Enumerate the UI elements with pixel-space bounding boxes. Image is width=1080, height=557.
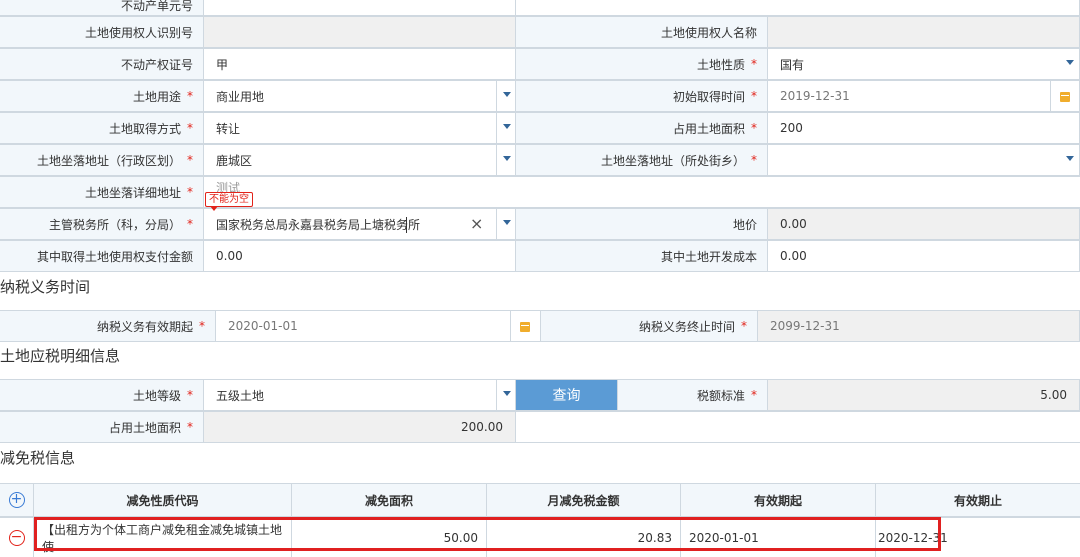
detail-label: 土地坐落详细地址 * bbox=[0, 177, 204, 207]
col-header-code: 减免性质代码 bbox=[34, 484, 292, 516]
first-time-input[interactable]: 2019-12-31 bbox=[768, 81, 1080, 111]
exemption-table-header: + 减免性质代码 减免面积 月减免税金额 有效期起 有效期止 bbox=[0, 483, 1080, 517]
period-start-input[interactable]: 2020-01-01 bbox=[216, 311, 541, 341]
user-name-field bbox=[768, 17, 1080, 47]
chevron-down-icon[interactable] bbox=[1066, 156, 1074, 161]
tax-office-select[interactable]: 国家税务总局永嘉县税务局上塘税务所 × bbox=[204, 209, 516, 239]
col-header-area: 减免面积 bbox=[292, 484, 487, 516]
row-district: 土地坐落地址（行政区划） * 鹿城区 土地坐落地址（所处街乡） * bbox=[0, 144, 1080, 176]
user-name-label: 土地使用权人名称 bbox=[516, 17, 768, 47]
row-user-id: 土地使用权人识别号 土地使用权人名称 bbox=[0, 16, 1080, 48]
chevron-down-icon[interactable] bbox=[503, 156, 511, 161]
tax-detail-title: 土地应税明细信息 bbox=[0, 347, 121, 365]
district-select[interactable]: 鹿城区 bbox=[204, 145, 516, 175]
unit-no-label: 不动产单元号 bbox=[0, 0, 204, 15]
chevron-down-icon[interactable] bbox=[503, 391, 511, 396]
chevron-down-icon[interactable] bbox=[503, 220, 511, 225]
calendar-icon[interactable] bbox=[1060, 92, 1070, 102]
row-unit-no: 不动产单元号 bbox=[0, 0, 1080, 16]
col-header-start: 有效期起 bbox=[681, 484, 876, 516]
col-header-monthly: 月减免税金额 bbox=[487, 484, 681, 516]
row-detail: 土地坐落详细地址 * 测试 bbox=[0, 176, 1080, 208]
add-circle-icon[interactable]: + bbox=[8, 492, 25, 508]
district-label: 土地坐落地址（行政区划） * bbox=[0, 145, 204, 175]
land-price-label: 地价 bbox=[516, 209, 768, 239]
period-end-field: 2099-12-31 bbox=[758, 311, 1080, 341]
tax-area-label: 占用土地面积 * bbox=[0, 412, 204, 442]
tax-period-title: 纳税义务时间 bbox=[0, 278, 91, 296]
dev-cost-input[interactable]: 0.00 bbox=[768, 241, 1080, 271]
row-pay-amount: 其中取得土地使用权支付金额 0.00 其中土地开发成本 0.00 bbox=[0, 240, 1080, 272]
usage-label: 土地用途 * bbox=[0, 81, 204, 111]
pay-amount-label: 其中取得土地使用权支付金额 bbox=[0, 241, 204, 271]
exemption-monthly-field: 20.83 bbox=[487, 518, 681, 557]
tax-area-field: 200.00 bbox=[204, 412, 516, 442]
first-time-label: 初始取得时间 * bbox=[516, 81, 768, 111]
row-tax-period: 纳税义务有效期起 * 2020-01-01 纳税义务终止时间 * 2099-12-3… bbox=[0, 310, 1080, 342]
period-end-label: 纳税义务终止时间 * bbox=[541, 311, 758, 341]
row-tax-area: 占用土地面积 * 200.00 bbox=[0, 411, 1080, 443]
unit-no-field[interactable] bbox=[204, 0, 516, 15]
land-price-field: 0.00 bbox=[768, 209, 1080, 239]
standard-label: 税额标准 * bbox=[617, 380, 768, 410]
area-label: 占用土地面积 * bbox=[516, 113, 768, 143]
row-grade: 土地等级 * 五级土地 查询 税额标准 * 5.00 bbox=[0, 379, 1080, 411]
error-tooltip: 不能为空 bbox=[205, 192, 253, 207]
usage-select[interactable]: 商业用地 bbox=[204, 81, 516, 111]
dev-cost-label: 其中土地开发成本 bbox=[516, 241, 768, 271]
area-input[interactable]: 200 bbox=[768, 113, 1080, 143]
remove-circle-icon[interactable]: − bbox=[8, 529, 25, 546]
unit-no-right-field bbox=[516, 0, 1080, 15]
add-row-cell: + bbox=[0, 484, 34, 516]
row-tax-office: 主管税务所（科，分局） * 国家税务总局永嘉县税务局上塘税务所 × 地价 0.00 bbox=[0, 208, 1080, 240]
detail-input[interactable]: 测试 bbox=[204, 177, 1080, 207]
period-start-label: 纳税义务有效期起 * bbox=[0, 311, 216, 341]
calendar-icon[interactable] bbox=[520, 322, 530, 332]
street-label: 土地坐落地址（所处街乡） * bbox=[516, 145, 768, 175]
remove-row-cell: − bbox=[0, 518, 34, 557]
user-id-label: 土地使用权人识别号 bbox=[0, 17, 204, 47]
exemption-title: 减免税信息 bbox=[0, 449, 76, 467]
nature-label: 土地性质 * bbox=[516, 49, 768, 79]
method-select[interactable]: 转让 bbox=[204, 113, 516, 143]
method-label: 土地取得方式 * bbox=[0, 113, 204, 143]
query-button[interactable]: 查询 bbox=[516, 380, 617, 410]
cert-input[interactable]: 甲 bbox=[204, 49, 516, 79]
clear-icon[interactable]: × bbox=[470, 214, 483, 233]
col-header-end: 有效期止 bbox=[953, 493, 1002, 508]
row-usage: 土地用途 * 商业用地 初始取得时间 * 2019-12-31 bbox=[0, 80, 1080, 112]
exemption-area-input[interactable]: 50.00 bbox=[292, 518, 487, 557]
chevron-down-icon[interactable] bbox=[503, 124, 511, 129]
row-method: 土地取得方式 * 转让 占用土地面积 * 200 bbox=[0, 112, 1080, 144]
street-select[interactable] bbox=[768, 145, 1080, 175]
grade-label: 土地等级 * bbox=[0, 380, 204, 410]
exemption-start-field[interactable]: 2020-01-01 bbox=[681, 518, 876, 557]
row-cert: 不动产权证号 甲 土地性质 * 国有 bbox=[0, 48, 1080, 80]
table-row: − 【出租方为个体工商户减免租金减免城镇土地使... 50.00 20.83 2… bbox=[0, 517, 1080, 557]
error-tooltip-arrow bbox=[210, 206, 218, 211]
standard-field: 5.00 bbox=[768, 380, 1080, 410]
user-id-field bbox=[204, 17, 516, 47]
grade-select[interactable]: 五级土地 bbox=[204, 380, 516, 410]
exemption-code-select[interactable]: 【出租方为个体工商户减免租金减免城镇土地使... bbox=[34, 518, 292, 557]
text-cursor bbox=[406, 217, 407, 233]
nature-select[interactable]: 国有 bbox=[768, 49, 1080, 79]
cert-label: 不动产权证号 bbox=[0, 49, 204, 79]
tax-office-label: 主管税务所（科，分局） * bbox=[0, 209, 204, 239]
exemption-end-field[interactable]: 2020-12-31 bbox=[876, 518, 1080, 557]
chevron-down-icon[interactable] bbox=[503, 92, 511, 97]
chevron-down-icon[interactable] bbox=[1066, 60, 1074, 65]
pay-amount-input[interactable]: 0.00 bbox=[204, 241, 516, 271]
